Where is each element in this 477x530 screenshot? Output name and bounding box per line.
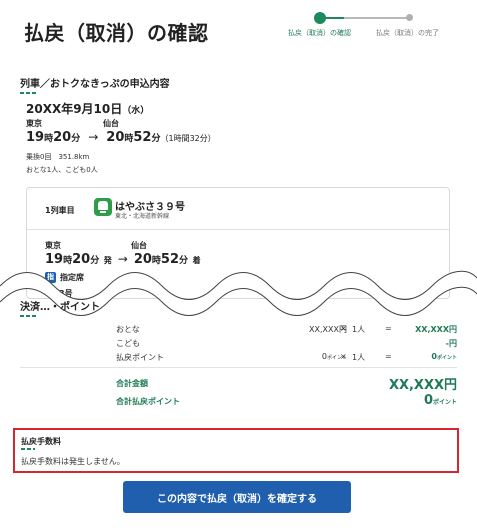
confirm-refund-button[interactable]: この内容で払戻（取消）を確定する (123, 481, 351, 513)
refund-points-count: 1人 (352, 353, 366, 362)
dep-min-unit: 分 (71, 134, 81, 144)
card-to-station: 仙台 (131, 241, 147, 250)
travel-date: 20XX年9月10日（水） (26, 100, 149, 117)
page-title: 払戻（取消）の確認 (24, 21, 209, 45)
card-from-station: 東京 (45, 241, 61, 250)
fare-child-result: -円 (445, 339, 457, 348)
from-station: 東京 (26, 119, 42, 128)
arr-min-unit: 分 (151, 134, 161, 144)
stepper-dot-active (314, 12, 326, 24)
to-station: 仙台 (103, 119, 119, 128)
refund-points-label: 払戻ポイント (116, 353, 164, 362)
stepper-label-complete: 払戻（取消）の完了 (376, 29, 439, 37)
torn-edge-divider (0, 270, 477, 316)
transfer-distance: 乗換0回 351.8km (26, 153, 90, 161)
equals-sign: = (385, 324, 392, 333)
payment-heading: 決済…・ポイント (20, 298, 100, 317)
equals-sign: = (385, 352, 392, 361)
refund-fee-text: 払戻手数料は発生しません。 (21, 457, 125, 466)
passenger-count: おとな1人、こども0人 (26, 166, 98, 174)
fare-adult-result: XX,XXX円 (415, 325, 457, 334)
card-divider (27, 229, 449, 230)
total-points-unit: ポイント (432, 399, 457, 406)
fare-child-label: こども (116, 339, 140, 348)
stepper-dot-pending (406, 14, 413, 21)
total-points-number: 0 (423, 393, 433, 408)
refund-fee-title: 払戻手数料 (21, 437, 61, 450)
train-card-label: 1列車目 (45, 206, 75, 215)
travel-times: 19時20分 → 20時52分（1時間32分） (26, 130, 216, 145)
total-points-label: 合計払戻ポイント (116, 397, 180, 406)
fare-adult-count: 1人 (352, 325, 366, 334)
travel-date-weekday: （水） (122, 106, 150, 116)
travel-duration: （1時間32分） (160, 134, 216, 143)
refund-points-result-unit: ポイント (436, 355, 457, 361)
total-amount-label: 合計金額 (116, 379, 148, 388)
refund-points-result: 0ポイント (431, 352, 457, 361)
refund-fee-notice: 払戻手数料 払戻手数料は発生しません。 (13, 428, 459, 473)
travel-date-main: 20XX年9月10日 (26, 102, 123, 116)
arrow-icon: → (88, 130, 99, 144)
arr-hour: 20 (106, 130, 125, 145)
train-line-name: 東北・北海道新幹線 (115, 213, 170, 220)
multiply-sign: × (340, 324, 347, 333)
total-points-value: 0ポイント (424, 393, 457, 408)
total-amount-value: XX,XXX円 (388, 378, 457, 393)
fare-adult-label: おとな (116, 325, 140, 334)
payment-divider (20, 367, 457, 368)
stepper-label-confirm: 払戻（取消）の確認 (288, 29, 351, 37)
progress-stepper: 払戻（取消）の確認 払戻（取消）の完了 (288, 10, 448, 40)
dep-hour: 19 (26, 130, 45, 145)
arr-min: 52 (133, 130, 152, 145)
dep-min: 20 (53, 130, 72, 145)
multiply-sign: × (340, 352, 347, 361)
stepper-line-pending (344, 17, 410, 19)
application-heading: 列車／おトクなきっぷの申込内容 (20, 75, 170, 94)
train-icon (94, 198, 112, 216)
dep-hour-unit: 時 (44, 134, 54, 144)
